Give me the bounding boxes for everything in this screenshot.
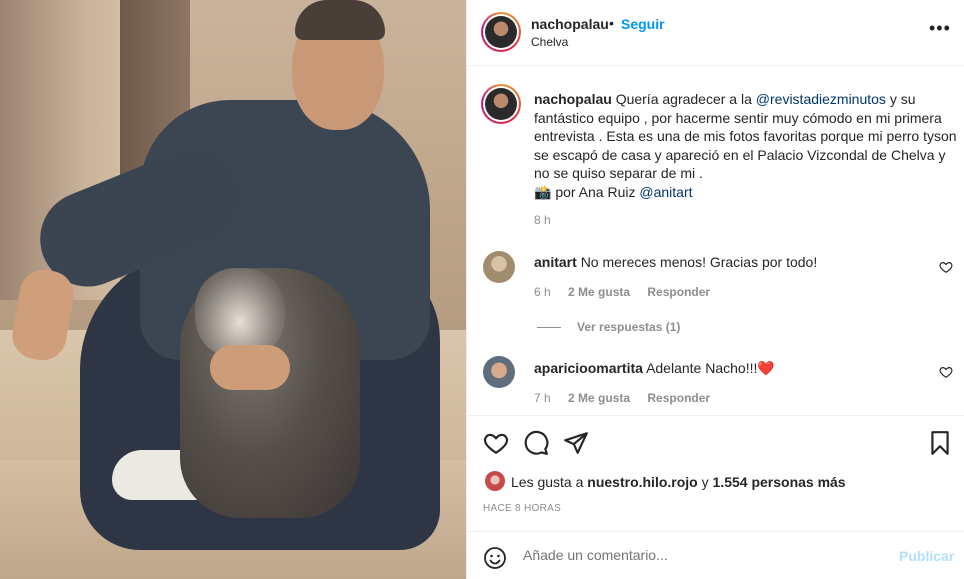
action-bar: Les gusta a nuestro.hilo.rojo y 1.554 pe… <box>467 415 964 579</box>
heart-icon[interactable] <box>483 430 509 456</box>
mention-link[interactable]: @anitart <box>639 184 692 200</box>
camera-icon: 📸 <box>534 183 552 200</box>
post-age[interactable]: HACE 8 HORAS <box>483 503 561 514</box>
save-icon[interactable] <box>927 430 953 456</box>
comment-input[interactable] <box>523 547 863 563</box>
location-link[interactable]: Chelva <box>531 35 568 49</box>
emoji-icon[interactable] <box>483 546 507 570</box>
replies-line <box>537 327 561 329</box>
comment-text: anitart No mereces menos! Gracias por to… <box>534 254 818 270</box>
liker-avatar[interactable] <box>485 471 505 491</box>
comment-avatar[interactable] <box>483 356 515 388</box>
comment-text: aparicioomartita Adelante Nacho!!!❤️ <box>534 360 775 376</box>
comment-likes[interactable]: 2 Me gusta <box>568 391 630 405</box>
comment-username[interactable]: anitart <box>534 254 577 270</box>
comment-time[interactable]: 6 h <box>534 285 551 299</box>
photo-hair <box>295 0 385 40</box>
comment-meta: 6 h 2 Me gusta Responder <box>534 285 724 299</box>
caption-time[interactable]: 8 h <box>534 213 551 227</box>
mention-link[interactable]: @revistadiezminutos <box>756 91 886 107</box>
more-icon[interactable]: ••• <box>929 18 951 39</box>
likes-summary: Les gusta a nuestro.hilo.rojo y 1.554 pe… <box>511 474 846 490</box>
red-heart-emoji: ❤️ <box>757 360 775 376</box>
separator-dot: • <box>609 15 614 31</box>
post-header: nachopalau • Seguir Chelva ••• <box>467 0 964 66</box>
reply-button[interactable]: Responder <box>647 285 710 299</box>
heart-icon[interactable] <box>939 365 953 379</box>
view-replies-button[interactable]: Ver respuestas (1) <box>537 320 680 334</box>
author-avatar[interactable] <box>481 12 521 52</box>
author-username[interactable]: nachopalau <box>531 16 609 32</box>
heart-icon[interactable] <box>939 260 953 274</box>
caption-avatar[interactable] <box>481 84 521 124</box>
liker-username[interactable]: nuestro.hilo.rojo <box>587 474 697 490</box>
comment-time[interactable]: 7 h <box>534 391 551 405</box>
comment-avatar[interactable] <box>483 251 515 283</box>
share-icon[interactable] <box>563 430 589 456</box>
post-photo[interactable] <box>0 0 466 579</box>
follow-button[interactable]: Seguir <box>621 16 665 32</box>
comment-username[interactable]: aparicioomartita <box>534 360 643 376</box>
publish-button[interactable]: Publicar <box>899 548 954 564</box>
post-panel: nachopalau • Seguir Chelva ••• nachopala… <box>466 0 964 579</box>
comment-likes[interactable]: 2 Me gusta <box>568 285 630 299</box>
caption-username[interactable]: nachopalau <box>534 91 612 107</box>
comment-icon[interactable] <box>523 430 549 456</box>
caption-text: nachopalau Quería agradecer a la @revist… <box>534 91 957 200</box>
comment-bar: Publicar <box>467 531 964 579</box>
likes-count[interactable]: 1.554 personas más <box>713 474 846 490</box>
reply-button[interactable]: Responder <box>647 391 710 405</box>
photo-hand <box>210 345 290 390</box>
comment-meta: 7 h 2 Me gusta Responder <box>534 391 724 405</box>
